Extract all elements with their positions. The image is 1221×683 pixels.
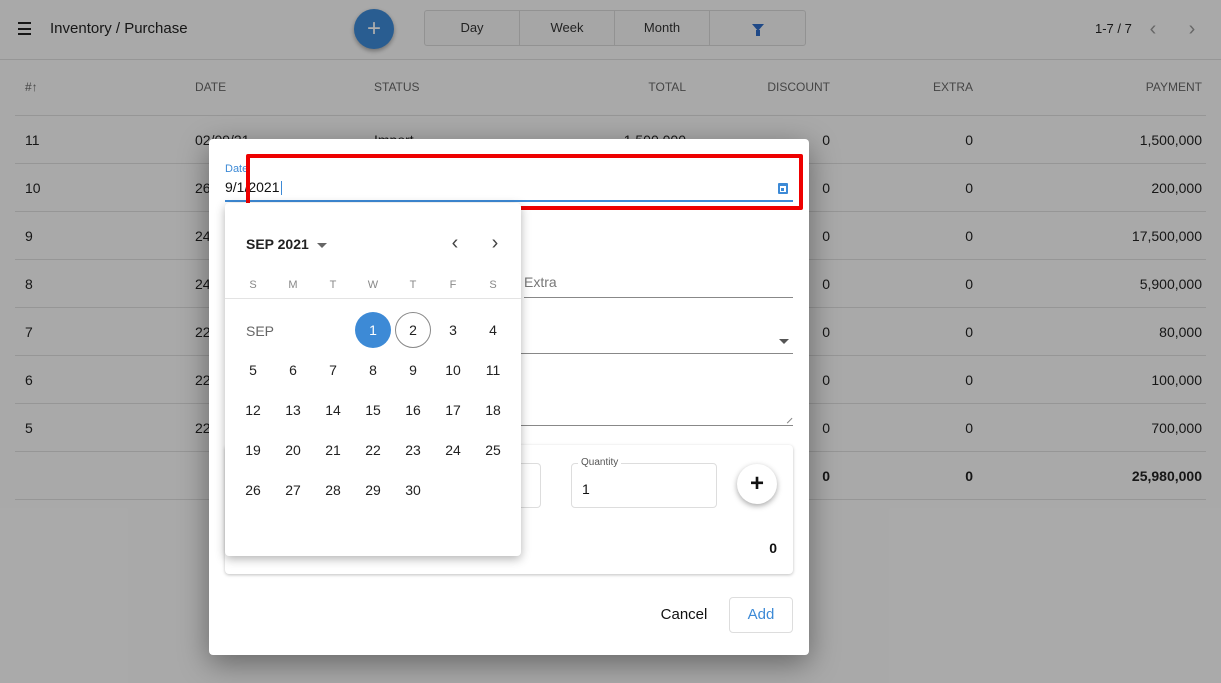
calendar-day[interactable]: 24 <box>435 432 471 468</box>
calendar-day[interactable]: 4 <box>475 312 511 348</box>
calendar-day[interactable]: 21 <box>315 432 351 468</box>
dropdown-arrow-icon <box>779 339 789 344</box>
weekday-label: S <box>489 279 497 291</box>
calendar-day[interactable]: 20 <box>275 432 311 468</box>
divider <box>225 298 521 299</box>
text-caret <box>280 181 282 196</box>
next-month-button[interactable]: › <box>483 231 507 255</box>
calendar-day[interactable]: 29 <box>355 472 391 508</box>
month-year-label: SEP 2021 <box>246 236 309 252</box>
calendar-day[interactable]: 7 <box>315 352 351 388</box>
calendar-day[interactable]: 16 <box>395 392 431 428</box>
date-picker-popup: SEP 2021 ‹ › SMTWTFS SEP 1 2 3 4 5 6 7 8 9 10 11 12… <box>225 203 521 556</box>
calendar-day[interactable]: 28 <box>315 472 351 508</box>
add-item-button[interactable]: + <box>737 464 777 504</box>
calendar-day[interactable]: 14 <box>315 392 351 428</box>
calendar-day[interactable]: 22 <box>355 432 391 468</box>
calendar-day[interactable]: 9 <box>395 352 431 388</box>
calendar-day[interactable]: 13 <box>275 392 311 428</box>
quantity-value: 1 <box>582 481 590 497</box>
calendar-day[interactable]: 1 <box>355 312 391 348</box>
calendar-day[interactable]: 8 <box>355 352 391 388</box>
quantity-field[interactable]: Quantity 1 <box>571 457 717 508</box>
date-label: Date <box>225 163 249 175</box>
calendar-icon[interactable] <box>778 183 788 194</box>
chevron-down-icon <box>316 242 327 248</box>
calendar-day[interactable]: 6 <box>275 352 311 388</box>
calendar-day[interactable]: 15 <box>355 392 391 428</box>
calendar-day[interactable]: 19 <box>235 432 271 468</box>
calendar-day[interactable]: 3 <box>435 312 471 348</box>
weekday-label: W <box>367 279 379 291</box>
status-select[interactable] <box>519 329 793 354</box>
month-short-label: SEP <box>246 323 275 339</box>
month-year-selector[interactable]: SEP 2021 <box>246 236 327 252</box>
calendar-day[interactable]: 11 <box>475 352 511 388</box>
extra-placeholder: Extra <box>524 274 557 290</box>
cancel-button[interactable]: Cancel <box>650 599 718 631</box>
calendar-day[interactable]: 23 <box>395 432 431 468</box>
weekday-label: M <box>288 279 298 291</box>
weekday-header: SMTWTFS <box>233 279 513 291</box>
weekday-label: T <box>409 279 417 291</box>
note-textarea[interactable] <box>519 369 793 426</box>
resize-handle-icon[interactable] <box>782 413 793 424</box>
extra-input[interactable]: Extra <box>524 274 793 298</box>
date-value: 9/1/2021 <box>225 179 280 195</box>
items-total: 0 <box>769 540 777 556</box>
calendar-day[interactable]: 26 <box>235 472 271 508</box>
calendar-day[interactable]: 2 <box>395 312 431 348</box>
add-button[interactable]: Add <box>729 597 793 633</box>
calendar-day[interactable]: 30 <box>395 472 431 508</box>
quantity-label: Quantity <box>578 457 622 468</box>
calendar-day[interactable]: 12 <box>235 392 271 428</box>
calendar-day[interactable]: 27 <box>275 472 311 508</box>
plus-icon: + <box>749 470 764 497</box>
calendar-day[interactable]: 25 <box>475 432 511 468</box>
calendar-day[interactable]: 18 <box>475 392 511 428</box>
weekday-label: F <box>449 279 457 291</box>
date-field[interactable]: Date 9/1/2021 <box>225 160 793 204</box>
prev-month-button[interactable]: ‹ <box>443 231 467 255</box>
calendar-day[interactable]: 10 <box>435 352 471 388</box>
weekday-label: S <box>249 279 257 291</box>
calendar-day[interactable]: 5 <box>235 352 271 388</box>
weekday-label: T <box>329 279 337 291</box>
date-underline <box>225 200 793 202</box>
date-input[interactable]: 9/1/2021 <box>225 179 765 196</box>
calendar-day[interactable]: 17 <box>435 392 471 428</box>
